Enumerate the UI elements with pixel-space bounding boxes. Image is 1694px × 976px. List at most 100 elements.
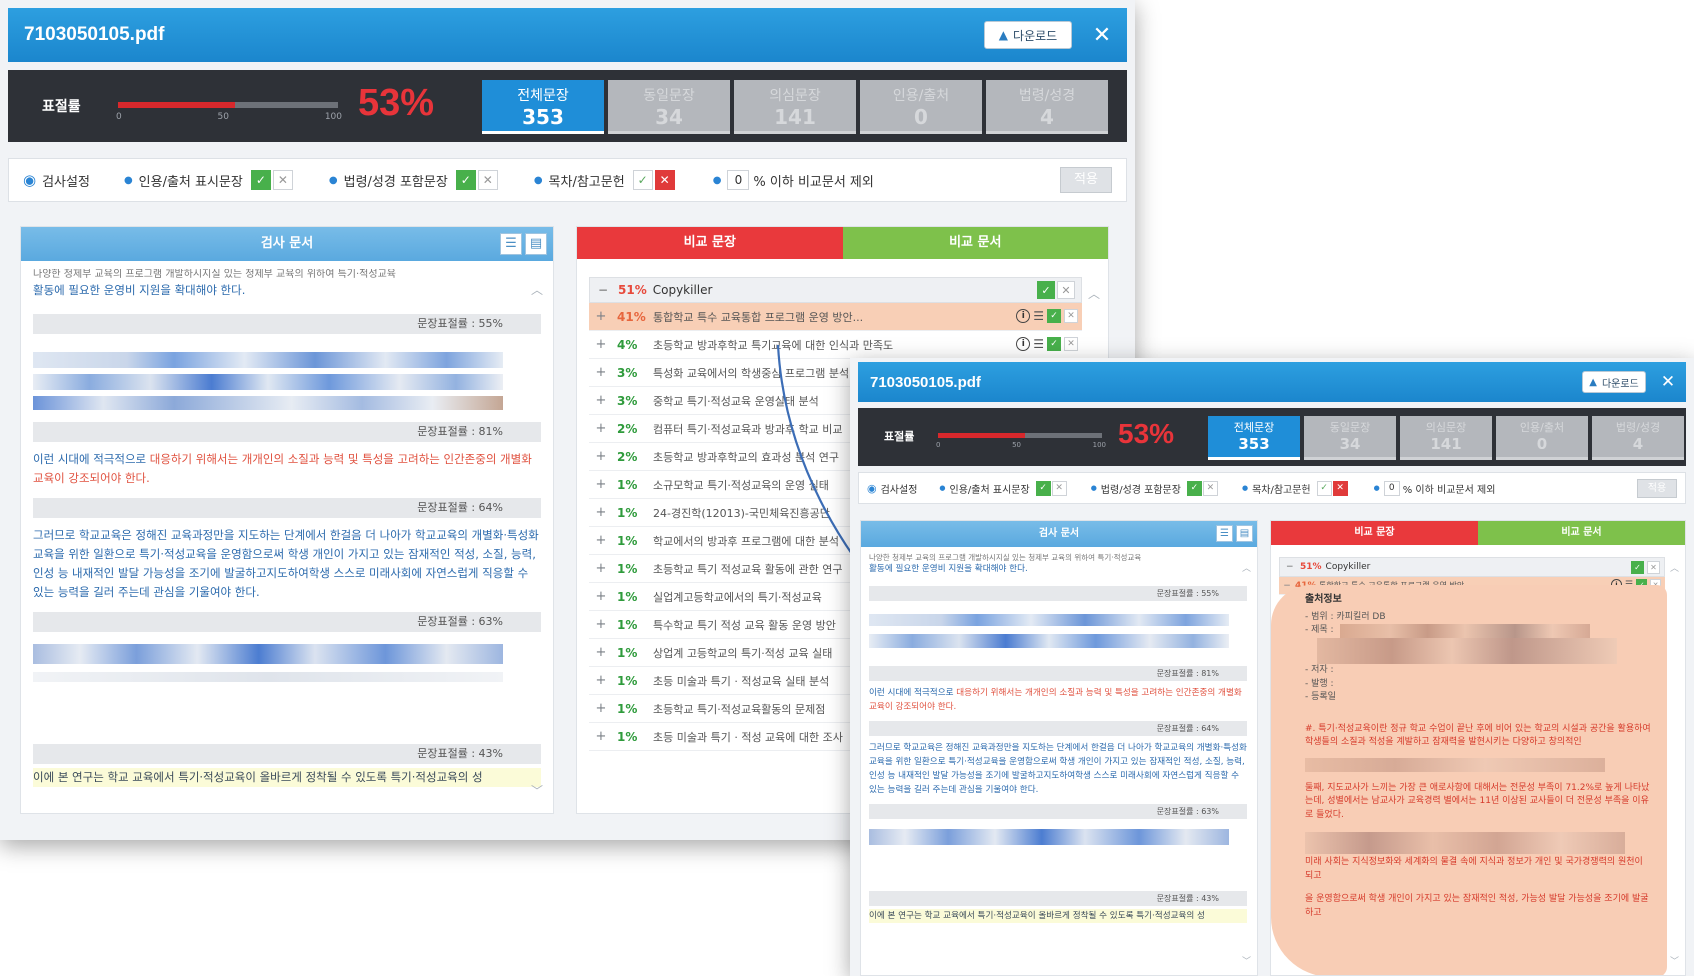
citation-exclude-x[interactable]: ✕ (272, 170, 293, 190)
expand-icon[interactable]: + (589, 505, 613, 520)
citation-include-check[interactable]: ✓ (1035, 480, 1051, 496)
tab-all[interactable]: 전체문장 353 (1208, 416, 1300, 460)
tab-identical[interactable]: 동일문장 34 (1304, 416, 1396, 460)
law-include-check[interactable]: ✓ (1186, 480, 1202, 496)
row-exclude-x[interactable]: ✕ (1064, 337, 1078, 351)
list-view-icon[interactable]: ☰ (1216, 525, 1233, 542)
scroll-up-icon[interactable]: ︿ (1670, 561, 1679, 574)
expand-icon[interactable]: + (589, 589, 613, 604)
tab-compare-sentence[interactable]: 비교 문장 (1271, 521, 1478, 545)
group-include-check[interactable]: ✓ (1631, 561, 1644, 574)
law-exclude-x[interactable]: ✕ (1202, 480, 1218, 496)
expand-icon[interactable]: + (589, 365, 613, 380)
download-button[interactable]: ▲ 다운로드 (1582, 371, 1646, 393)
scroll-up-icon[interactable]: ︿ (1088, 285, 1100, 302)
paragraph-highlighted[interactable]: 이런 시대에 적극적으로 대응하기 위해서는 개개인의 소질과 능력 및 특성을… (33, 450, 541, 488)
threshold-input[interactable]: 0 (727, 170, 750, 190)
apply-button[interactable]: 적용 (1060, 167, 1112, 193)
scroll-down-icon[interactable]: ﹀ (1670, 954, 1679, 967)
collapse-icon[interactable]: − (598, 283, 618, 297)
row-title: 통합학교 특수 교육통합 프로그램 운영 방안... (653, 310, 864, 324)
toc-include-check[interactable]: ✓ (1316, 480, 1332, 496)
threshold-input[interactable]: 0 (1383, 480, 1400, 496)
source-group[interactable]: − 51% Copykiller ✓ ✕ (1279, 557, 1665, 577)
list-view-icon[interactable]: ☰ (500, 233, 522, 255)
row-include-check[interactable]: ✓ (1047, 309, 1061, 323)
source-group[interactable]: − 51% Copykiller ✓ ✕ (589, 277, 1082, 303)
law-include-check[interactable]: ✓ (455, 170, 476, 190)
source-matched-text: 둘째, 지도교사가 느끼는 가장 큰 애로사항에 대해서는 전문성 부족이 71… (1305, 782, 1650, 820)
group-exclude-x[interactable]: ✕ (1057, 281, 1075, 299)
toc-include-check[interactable]: ✓ (632, 170, 653, 190)
scroll-down-icon[interactable]: ﹀ (531, 782, 543, 799)
paragraph[interactable]: 활동에 필요한 운영비 지원을 확대해야 한다. (33, 281, 541, 300)
expand-icon[interactable]: + (589, 533, 613, 548)
tick-50: 50 (1012, 441, 1021, 449)
row-exclude-x[interactable]: ✕ (1064, 309, 1078, 323)
group-include-check[interactable]: ✓ (1037, 281, 1055, 299)
expand-icon[interactable]: + (589, 701, 613, 716)
toc-exclude-x[interactable]: ✕ (654, 170, 675, 190)
tab-suspect[interactable]: 의심문장 141 (1400, 416, 1492, 460)
paragraph[interactable]: 이에 본 연구는 학교 교육에서 특기·적성교육이 올바르게 정착될 수 있도록… (33, 768, 541, 787)
tab-all[interactable]: 전체문장 353 (482, 80, 604, 134)
expand-icon[interactable]: + (589, 561, 613, 576)
info-icon[interactable]: i (1016, 337, 1031, 351)
source-matched-text: 미래 사회는 지식정보화와 세계화의 물결 속에 지식과 정보가 개인 및 국가… (1305, 857, 1643, 881)
settings-radio-icon: ◉ (867, 481, 877, 495)
close-button[interactable]: ✕ (1087, 20, 1117, 50)
row-percent: 1% (617, 701, 638, 716)
full-view-icon[interactable]: ▤ (1236, 525, 1253, 542)
scroll-up-icon[interactable]: ︿ (1242, 561, 1251, 574)
tab-citation[interactable]: 인용/출처 0 (1496, 416, 1588, 460)
paragraph-highlighted[interactable]: 이런 시대에 적극적으로 대응하기 위해서는 개개인의 소질과 능력 및 특성을… (869, 686, 1247, 714)
apply-button[interactable]: 적용 (1637, 479, 1677, 498)
paragraph[interactable]: 이에 본 연구는 학교 교육에서 특기·적성교육이 올바르게 정착될 수 있도록… (869, 909, 1247, 923)
expand-icon[interactable]: + (589, 673, 613, 688)
source-row[interactable]: +4% 초등학교 방과후학교 특기교육에 대한 인식과 만족도 i ☰ ✓ ✕ (589, 331, 1082, 359)
scroll-down-icon[interactable]: ﹀ (1242, 954, 1251, 967)
citation-exclude-x[interactable]: ✕ (1051, 480, 1067, 496)
law-exclude-x[interactable]: ✕ (477, 170, 498, 190)
tab-compare-sentence[interactable]: 비교 문장 (577, 227, 843, 259)
group-exclude-x[interactable]: ✕ (1647, 561, 1660, 574)
expand-icon[interactable]: + (589, 645, 613, 660)
expand-icon[interactable]: + (589, 309, 613, 324)
collapse-icon[interactable]: − (1286, 562, 1300, 572)
row-include-check[interactable]: ✓ (1047, 337, 1061, 351)
download-button[interactable]: ▲ 다운로드 (984, 21, 1072, 49)
tab-suspect[interactable]: 의심문장 141 (734, 80, 856, 134)
info-icon[interactable]: i (1016, 309, 1031, 323)
row-percent: 2% (617, 421, 638, 436)
toc-exclude-x[interactable]: ✕ (1332, 480, 1348, 496)
tab-compare-document[interactable]: 비교 문서 (842, 227, 1108, 259)
citation-include-check[interactable]: ✓ (250, 170, 271, 190)
full-view-icon[interactable]: ▤ (525, 233, 547, 255)
expand-icon[interactable]: + (589, 449, 613, 464)
close-button[interactable]: ✕ (1656, 370, 1680, 394)
close-icon: ✕ (1092, 22, 1112, 48)
scroll-up-icon[interactable]: ︿ (531, 281, 543, 298)
tab-compare-document[interactable]: 비교 문서 (1478, 521, 1685, 545)
expand-icon[interactable]: + (589, 617, 613, 632)
tab-identical-count: 34 (1339, 435, 1361, 453)
paragraph[interactable]: 활동에 필요한 운영비 지원을 확대해야 한다. (869, 562, 1247, 576)
paragraph-highlighted[interactable]: 그러므로 학교교육은 정해진 교육과정만을 지도하는 단계에서 한걸음 더 나아… (33, 526, 541, 602)
expand-icon[interactable]: + (589, 477, 613, 492)
tab-citation[interactable]: 인용/출처 0 (860, 80, 982, 134)
group-percent: 51% (1300, 562, 1322, 572)
tab-law[interactable]: 법령/성경 4 (986, 80, 1108, 134)
list-icon[interactable]: ☰ (1033, 337, 1044, 351)
tab-law[interactable]: 법령/성경 4 (1592, 416, 1684, 460)
expand-icon[interactable]: + (589, 337, 613, 352)
blur-line (33, 672, 503, 682)
paragraph-highlighted[interactable]: 그러므로 학교교육은 정해진 교육과정만을 지도하는 단계에서 한걸음 더 나아… (869, 741, 1247, 797)
tab-all-label: 전체문장 (517, 88, 569, 104)
expand-icon[interactable]: + (589, 393, 613, 408)
list-icon[interactable]: ☰ (1033, 309, 1044, 323)
source-row[interactable]: +41% 통합학교 특수 교육통합 프로그램 운영 방안... i ☰ ✓ ✕ (589, 303, 1082, 331)
expand-icon[interactable]: + (589, 421, 613, 436)
tab-identical[interactable]: 동일문장 34 (608, 80, 730, 134)
expand-icon[interactable]: + (589, 729, 613, 744)
row-actions: i ☰ ✓ ✕ (1016, 309, 1078, 323)
